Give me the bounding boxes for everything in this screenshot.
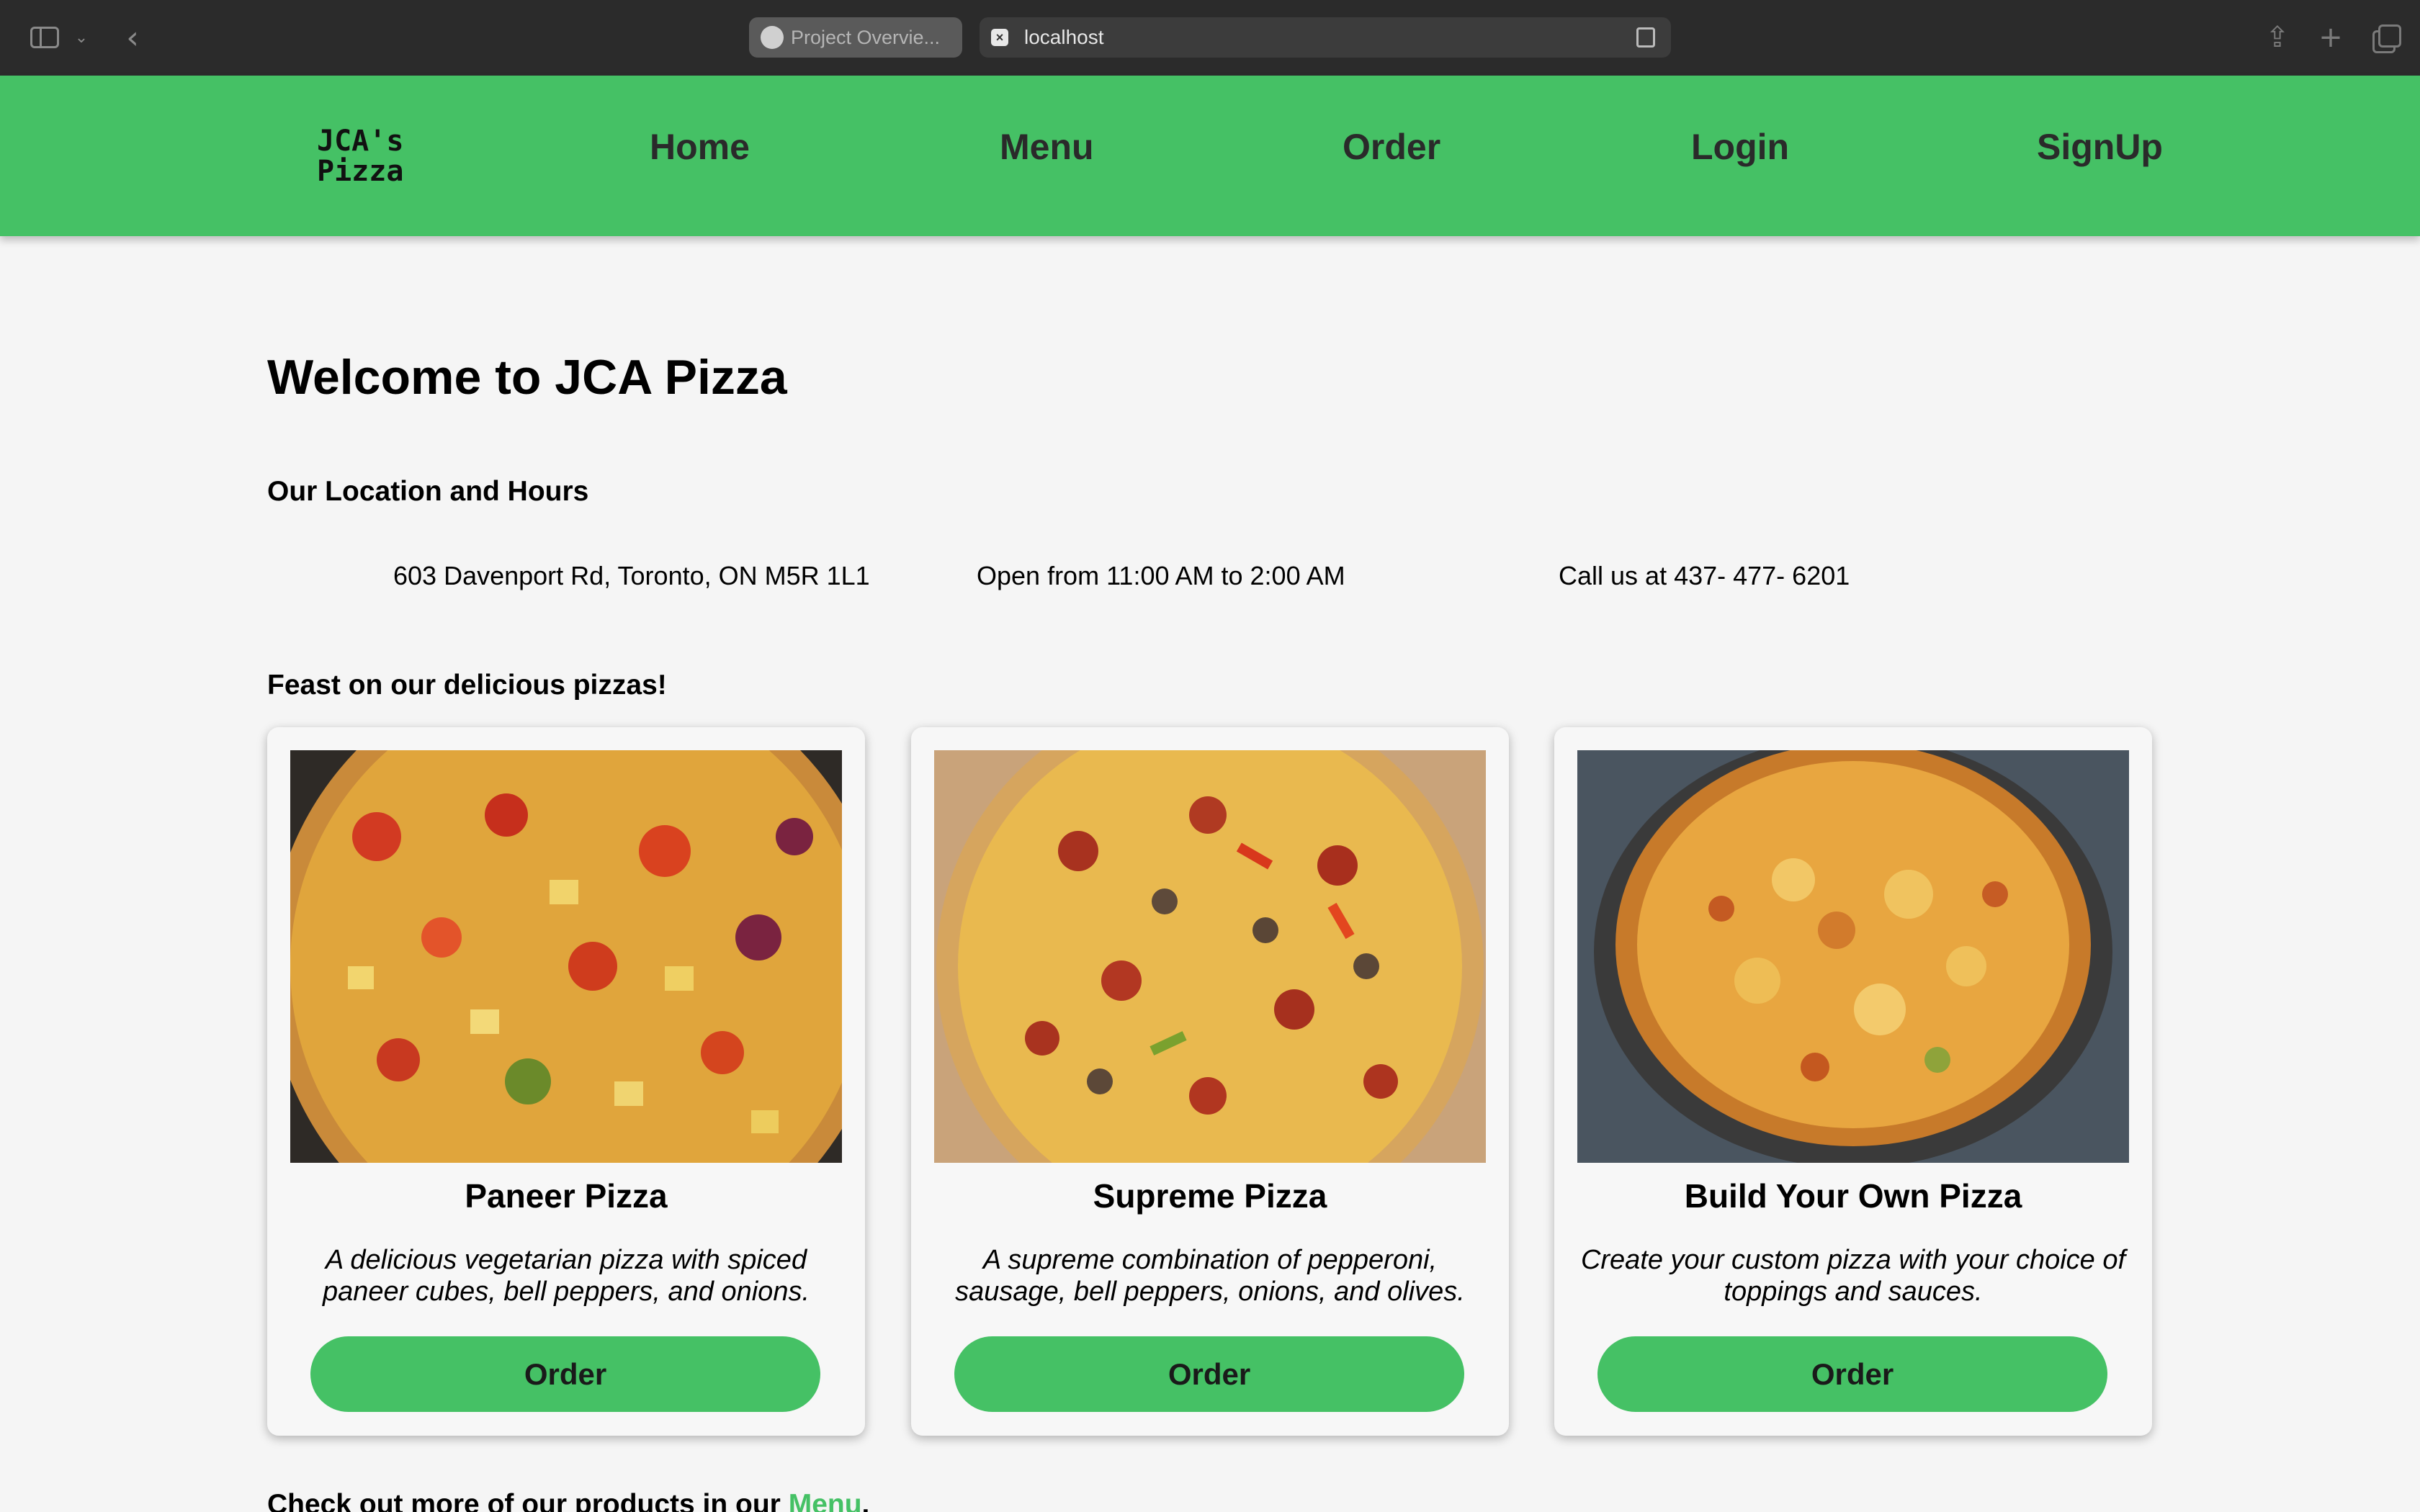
- footer-period: .: [861, 1489, 870, 1512]
- back-arrow-icon[interactable]: ‹: [115, 19, 150, 56]
- build-your-own-pizza-image: [1577, 750, 2129, 1163]
- pizza-card-paneer: Paneer Pizza A delicious vegetarian pizz…: [267, 727, 865, 1436]
- card-description: Create your custom pizza with your choic…: [1580, 1245, 2126, 1307]
- browser-actions: ⇪ +: [2263, 16, 2401, 59]
- share-icon[interactable]: ⇪: [2263, 21, 2292, 54]
- card-description: A supreme combination of pepperoni, saus…: [955, 1245, 1465, 1307]
- order-paneer-button[interactable]: Order: [310, 1336, 820, 1412]
- store-hours: Open from 11:00 AM to 2:00 AM: [977, 561, 1345, 590]
- nav-login-link[interactable]: Login: [1691, 126, 1789, 168]
- card-description: A delicious vegetarian pizza with spiced…: [322, 1245, 810, 1307]
- sidebar-toggle-icon[interactable]: [27, 19, 62, 56]
- nav-home-link[interactable]: Home: [650, 126, 750, 168]
- browser-toolbar: ⌄ ‹ Project Overvie... × localhost ⇪ +: [0, 0, 2420, 76]
- paneer-pizza-image: [290, 750, 842, 1163]
- reader-mode-icon[interactable]: [1636, 27, 1655, 48]
- tab-title: Project Overvie...: [791, 26, 941, 48]
- location-heading: Our Location and Hours: [267, 476, 589, 507]
- store-phone: Call us at 437- 477- 6201: [1559, 561, 1850, 590]
- address-bar-text: localhost: [1024, 26, 1104, 48]
- order-supreme-button[interactable]: Order: [954, 1336, 1464, 1412]
- card-title: Paneer Pizza: [465, 1177, 668, 1215]
- footer-text: Check out more of our products in our: [267, 1489, 789, 1512]
- close-tab-icon[interactable]: ×: [991, 29, 1008, 46]
- chevron-down-icon[interactable]: ⌄: [71, 19, 92, 56]
- footer-menu-link[interactable]: Menu: [789, 1489, 862, 1512]
- footer-menu-promo: Check out more of our products in our Me…: [267, 1489, 869, 1512]
- card-title: Supreme Pizza: [1093, 1177, 1327, 1215]
- nav-signup-link[interactable]: SignUp: [2037, 126, 2163, 168]
- pizza-card-supreme: Supreme Pizza A supreme combination of p…: [911, 727, 1509, 1436]
- page-title: Welcome to JCA Pizza: [267, 350, 787, 405]
- site-navbar: JCA's Pizza Home Menu Order Login SignUp: [0, 76, 2420, 236]
- new-tab-icon[interactable]: +: [2316, 21, 2345, 54]
- store-address: 603 Davenport Rd, Toronto, ON M5R 1L1: [393, 561, 870, 590]
- supreme-pizza-image: [934, 750, 1486, 1163]
- logo-line-1: JCA's: [317, 125, 404, 158]
- browser-tab-localhost[interactable]: × localhost: [980, 17, 1671, 58]
- nav-order-link[interactable]: Order: [1343, 126, 1440, 168]
- card-title: Build Your Own Pizza: [1684, 1177, 2022, 1215]
- pizza-card-build-your-own: Build Your Own Pizza Create your custom …: [1554, 727, 2152, 1436]
- browser-tab-project-overview[interactable]: Project Overvie...: [749, 17, 962, 58]
- nav-menu-link[interactable]: Menu: [1000, 126, 1094, 168]
- feast-heading: Feast on our delicious pizzas!: [267, 670, 667, 701]
- tab-overview-icon[interactable]: [2370, 23, 2401, 53]
- order-build-your-own-button[interactable]: Order: [1597, 1336, 2107, 1412]
- tab-favicon-icon: [761, 26, 784, 49]
- site-logo[interactable]: JCA's Pizza: [317, 125, 404, 188]
- logo-line-2: Pizza: [317, 155, 404, 188]
